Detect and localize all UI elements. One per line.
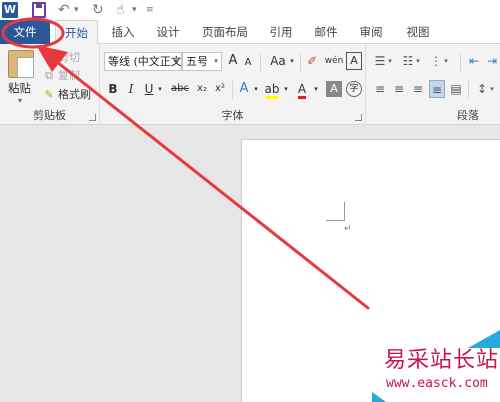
paste-button[interactable]: 粘贴 xyxy=(8,80,31,96)
format-painter-button[interactable]: ✎ 格式刷 xyxy=(42,87,91,103)
increase-indent-button[interactable]: ⇥ xyxy=(484,52,500,70)
undo-icon[interactable]: ↶ xyxy=(58,2,70,18)
separator xyxy=(468,81,469,99)
separator xyxy=(460,53,461,71)
text-effects-dropdown-icon[interactable]: ▾ xyxy=(252,80,260,98)
multilevel-dropdown-icon[interactable]: ▾ xyxy=(442,52,450,70)
watermark-url: www.easck.com xyxy=(386,376,488,391)
text-effects-button[interactable]: A xyxy=(236,80,252,98)
undo-dropdown-icon[interactable]: ▾ xyxy=(74,2,79,18)
watermark-title: 易采站长站 xyxy=(384,348,500,373)
font-color-dropdown-icon[interactable]: ▾ xyxy=(312,80,320,98)
scissors-icon: ✂ xyxy=(44,51,54,64)
touch-mode-icon[interactable]: ☝ xyxy=(116,2,125,18)
font-size-value: 五号 xyxy=(186,55,208,68)
underline-button[interactable]: U xyxy=(142,80,156,98)
font-name-combo[interactable]: 等线 (中文正文 ▾ xyxy=(104,52,182,71)
ribbon-tabs: 文件 开始 插入 设计 页面布局 引用 邮件 审阅 视图 xyxy=(0,20,500,45)
font-group-label: 字体 xyxy=(221,109,244,122)
italic-button[interactable]: I xyxy=(124,80,138,98)
superscript-button[interactable]: x² xyxy=(212,80,228,98)
touch-dropdown-icon[interactable]: ▾ xyxy=(132,2,137,18)
tab-page-layout[interactable]: 页面布局 xyxy=(197,20,253,44)
cut-button[interactable]: ✂ 剪切 xyxy=(42,50,80,66)
save-icon[interactable] xyxy=(32,2,46,18)
separator xyxy=(300,53,301,71)
subscript-button[interactable]: x₂ xyxy=(194,80,210,98)
clear-format-icon[interactable]: ✐ xyxy=(304,52,320,70)
clipboard-group-label: 剪贴板 xyxy=(33,109,66,122)
numbering-dropdown-icon[interactable]: ▾ xyxy=(414,52,422,70)
change-case-dropdown-icon[interactable]: ▾ xyxy=(288,52,296,70)
change-case-button[interactable]: Aa xyxy=(268,52,288,70)
copy-label: 复制 xyxy=(58,69,80,82)
font-name-dropdown-icon[interactable]: ▾ xyxy=(171,53,181,70)
font-color-label: A xyxy=(297,83,307,99)
char-border-button[interactable]: A xyxy=(346,52,362,70)
line-spacing-dropdown-icon[interactable]: ▾ xyxy=(488,80,496,98)
paste-icon[interactable] xyxy=(8,50,34,78)
word-logo-icon: W xyxy=(2,2,18,18)
align-right-button[interactable]: ≡ xyxy=(410,80,426,98)
font-size-dropdown-icon[interactable]: ▾ xyxy=(211,53,221,70)
separator xyxy=(232,81,233,99)
quick-access-toolbar: W ↶ ▾ ↻ ☝ ▾ ≡ xyxy=(0,0,500,20)
copy-icon: ⧉ xyxy=(45,69,53,82)
phonetic-guide-button[interactable]: wén xyxy=(324,52,344,70)
font-group: 等线 (中文正文 ▾ 五号 ▾ A A Aa ▾ ✐ wén A B I U ▾… xyxy=(100,44,366,125)
decrease-indent-button[interactable]: ⇤ xyxy=(466,52,482,70)
tab-review[interactable]: 审阅 xyxy=(355,20,387,44)
separator xyxy=(260,53,261,71)
font-launcher-icon[interactable] xyxy=(355,114,362,121)
font-size-combo[interactable]: 五号 ▾ xyxy=(182,52,222,71)
enclose-chars-button[interactable]: 字 xyxy=(346,81,362,97)
tab-file[interactable]: 文件 xyxy=(0,20,50,44)
tab-design[interactable]: 设计 xyxy=(152,20,184,44)
cut-label: 剪切 xyxy=(58,51,80,64)
clipboard-launcher-icon[interactable] xyxy=(89,114,96,121)
ribbon: 粘贴 ▾ ✂ 剪切 ⧉ 复制 ✎ 格式刷 剪贴板 等线 (中文正文 ▾ 五号 ▾ A … xyxy=(0,44,500,125)
font-color-button[interactable]: A xyxy=(294,80,310,99)
align-center-button[interactable]: ≡ xyxy=(391,80,407,98)
paragraph-mark-icon: ↵ xyxy=(344,224,352,234)
strikethrough-button[interactable]: abc xyxy=(170,80,190,98)
highlight-button[interactable]: ab xyxy=(264,80,280,99)
highlighter-icon: ab xyxy=(264,83,280,99)
justify-button[interactable]: ≡ xyxy=(429,80,445,98)
redo-icon[interactable]: ↻ xyxy=(92,2,104,18)
site-watermark: 易采站长站 www.easck.com xyxy=(378,340,500,402)
distributed-button[interactable]: ▤ xyxy=(448,80,464,98)
margin-corner-mark xyxy=(326,202,345,221)
tab-home[interactable]: 开始 xyxy=(55,20,98,45)
format-painter-label: 格式刷 xyxy=(58,88,91,101)
tab-mailings[interactable]: 邮件 xyxy=(310,20,342,44)
bullets-dropdown-icon[interactable]: ▾ xyxy=(386,52,394,70)
paste-dropdown-icon[interactable]: ▾ xyxy=(18,96,22,105)
highlight-dropdown-icon[interactable]: ▾ xyxy=(282,80,290,98)
brush-icon: ✎ xyxy=(44,88,54,101)
copy-button[interactable]: ⧉ 复制 xyxy=(42,68,80,84)
customize-icon[interactable]: ≡ xyxy=(146,2,154,18)
clipboard-group: 粘贴 ▾ ✂ 剪切 ⧉ 复制 ✎ 格式刷 剪贴板 xyxy=(0,44,100,125)
char-shading-button[interactable]: A xyxy=(326,81,342,97)
align-left-button[interactable]: ≡ xyxy=(372,80,388,98)
tab-insert[interactable]: 插入 xyxy=(108,20,138,44)
tab-view[interactable]: 视图 xyxy=(402,20,434,44)
grow-font-button[interactable]: A xyxy=(226,52,240,70)
paragraph-group-label: 段落 xyxy=(457,109,479,122)
paragraph-group: ☰ ▾ ☷ ▾ ⋮ ▾ ⇤ ⇥ ≡ ≡ ≡ ≡ ▤ ↕ ▾ 段落 xyxy=(366,44,500,125)
bold-button[interactable]: B xyxy=(106,80,120,98)
shrink-font-button[interactable]: A xyxy=(242,54,254,72)
underline-dropdown-icon[interactable]: ▾ xyxy=(156,80,164,98)
tab-references[interactable]: 引用 xyxy=(265,20,297,44)
